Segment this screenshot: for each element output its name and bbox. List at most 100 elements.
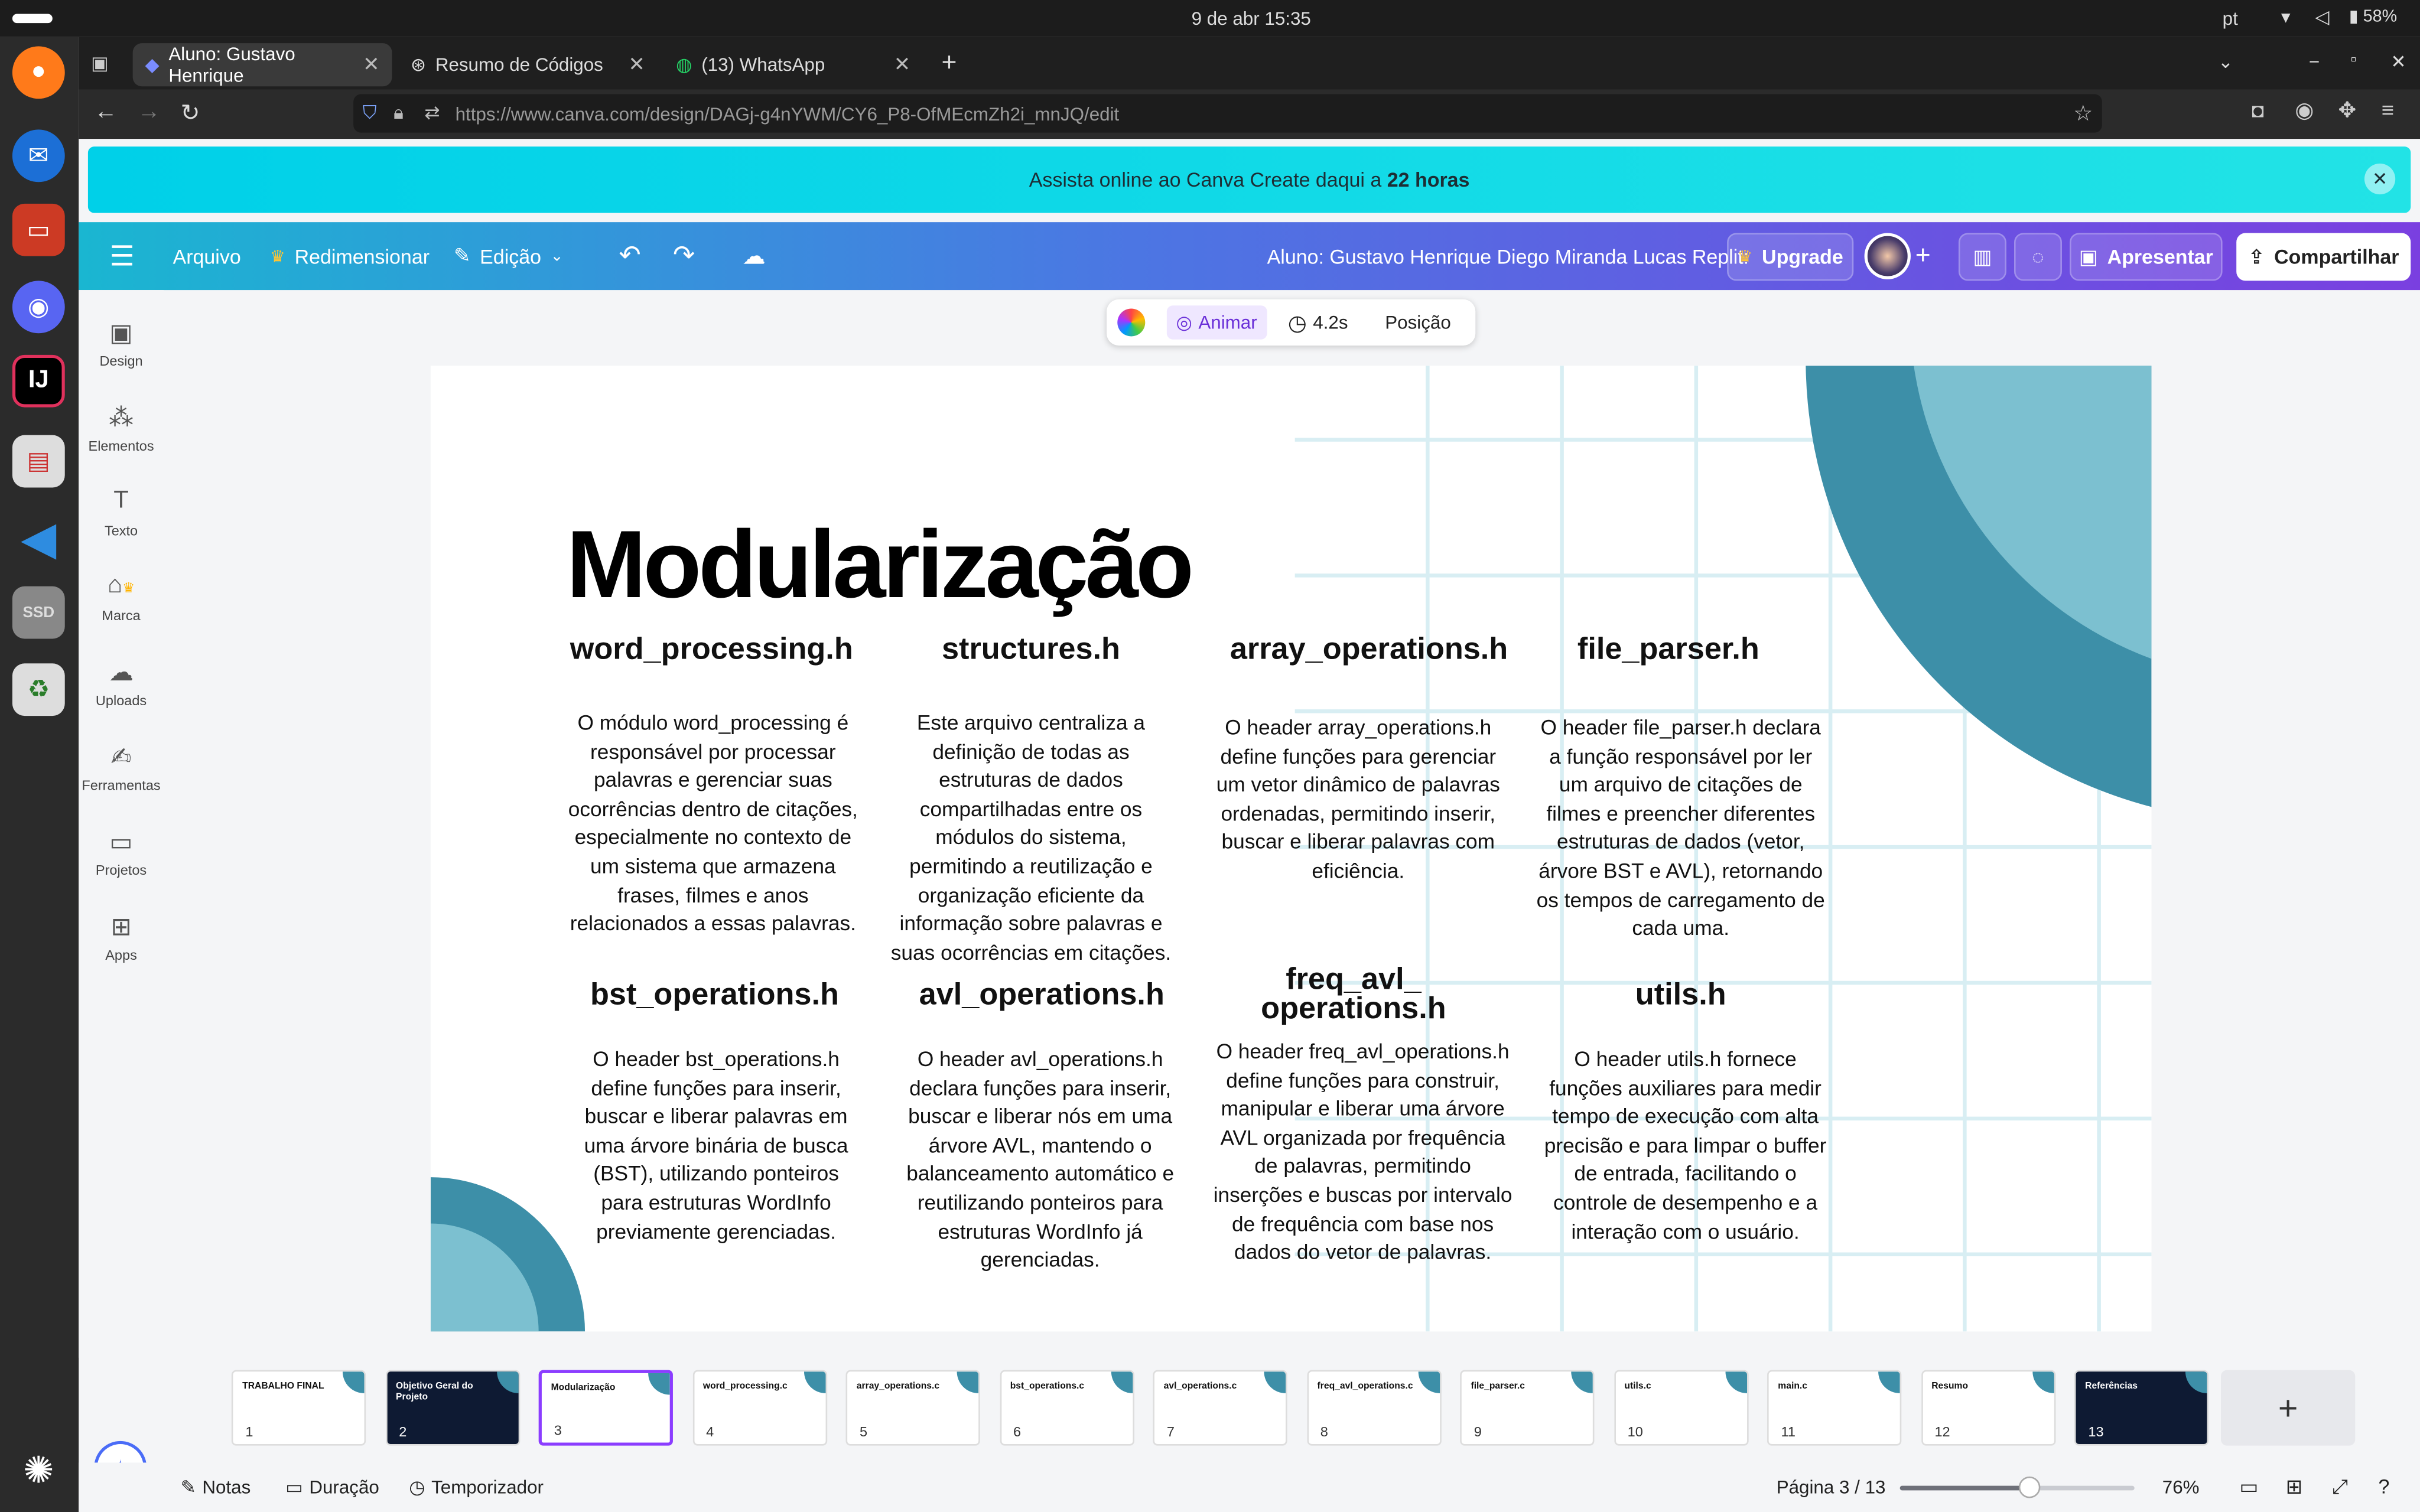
permissions-icon[interactable]: ⇄	[424, 102, 440, 123]
menu-icon[interactable]: ≡	[2382, 97, 2394, 122]
zoom-slider[interactable]	[1899, 1476, 2135, 1498]
edit-mode-dropdown[interactable]: ✎ Edição ⌄	[454, 222, 564, 290]
slide-canvas[interactable]: Modularização word_processing.h O módulo…	[430, 366, 2152, 1332]
forward-icon[interactable]: →	[137, 99, 160, 125]
module-description[interactable]: O header array_operations.h define funçõ…	[1212, 714, 1505, 886]
sidebar-item-tools[interactable]: ✍ Ferramentas	[79, 742, 164, 793]
account-icon[interactable]: ◉	[2295, 97, 2314, 123]
page-thumbnail[interactable]: freq_avl_operations.c 8	[1306, 1370, 1441, 1446]
page-thumbnail[interactable]: array_operations.c 5	[845, 1370, 980, 1446]
module-title[interactable]: bst_operations.h	[542, 978, 887, 1014]
maximize-icon[interactable]: ▫	[2350, 51, 2356, 69]
upgrade-button[interactable]: ♛ Upgrade	[1727, 233, 1854, 281]
page-thumbnail[interactable]: bst_operations.c 6	[999, 1370, 1134, 1446]
tab-whatsapp[interactable]: ◍ (13) WhatsApp ✕	[663, 43, 923, 86]
module-title[interactable]: array_operations.h	[1199, 633, 1539, 668]
page-thumbnail[interactable]: Modularização 3	[538, 1370, 673, 1446]
back-icon[interactable]: ←	[94, 99, 117, 125]
file-menu[interactable]: Arquivo	[173, 222, 241, 290]
bookmark-star-icon[interactable]: ☆	[2073, 100, 2093, 126]
redo-icon[interactable]: ↷	[673, 222, 695, 290]
minimize-icon[interactable]: −	[2309, 51, 2320, 73]
sidebar-item-projects[interactable]: ▭ Projetos	[79, 827, 164, 878]
tab-overview-icon[interactable]: ▣	[91, 53, 109, 74]
close-banner-icon[interactable]: ✕	[2364, 163, 2396, 195]
page-indicator[interactable]: Página 3 / 13	[1777, 1477, 1886, 1498]
present-button[interactable]: ▣ Apresentar	[2070, 233, 2223, 281]
slide-title[interactable]: Modularização	[567, 511, 1194, 620]
disk-icon[interactable]: SSD	[12, 586, 65, 639]
reload-icon[interactable]: ↻	[181, 99, 200, 126]
module-title[interactable]: avl_operations.h	[878, 978, 1205, 1014]
help-icon[interactable]: ?	[2378, 1475, 2389, 1498]
module-description[interactable]: O header file_parser.h declara a função …	[1533, 714, 1829, 944]
notes-button[interactable]: ✎ Notas	[181, 1477, 251, 1498]
module-title[interactable]: file_parser.h	[1514, 633, 1823, 668]
sidebar-item-elements[interactable]: ⁂ Elementos	[79, 403, 164, 454]
module-title[interactable]: structures.h	[877, 633, 1185, 668]
discord-icon[interactable]: ◉	[12, 281, 65, 334]
page-thumbnail[interactable]: TRABALHO FINAL 1	[231, 1370, 366, 1446]
module-title[interactable]: word_processing.h	[542, 633, 882, 668]
firefox-icon[interactable]: ●	[12, 46, 65, 99]
new-tab-icon[interactable]: +	[941, 48, 957, 79]
animate-button[interactable]: ◎ Animar	[1166, 305, 1267, 340]
add-collaborator-icon[interactable]: +	[1915, 222, 1931, 290]
tab-list-icon[interactable]: ⌄	[2218, 51, 2233, 73]
document-title[interactable]: Aluno: Gustavo Henrique Diego Miranda Lu…	[1267, 222, 1749, 290]
timer-button[interactable]: ◷ Temporizador	[409, 1477, 544, 1498]
page-thumbnail[interactable]: Referências 13	[2074, 1370, 2209, 1446]
page-thumbnail[interactable]: main.c 11	[1767, 1370, 1902, 1446]
trash-icon[interactable]: ♻	[12, 663, 65, 716]
extensions-icon[interactable]: ✥	[2338, 97, 2357, 123]
app-grid-icon[interactable]: ✺	[12, 1444, 65, 1497]
sidebar-item-apps[interactable]: ⊞ Apps	[79, 912, 164, 963]
avatar[interactable]	[1864, 233, 1911, 279]
pocket-icon[interactable]: ◘	[2252, 99, 2264, 122]
color-picker-icon[interactable]	[1117, 308, 1146, 337]
zoom-slider-handle[interactable]	[2018, 1476, 2040, 1498]
module-description[interactable]: O header freq_avl_operations.h define fu…	[1212, 1038, 1514, 1268]
close-tab-icon[interactable]: ✕	[628, 53, 645, 77]
add-page-button[interactable]: +	[2221, 1370, 2356, 1446]
module-title[interactable]: freq_avl_ operations.h	[1242, 964, 1465, 1025]
module-title[interactable]: utils.h	[1570, 978, 1792, 1014]
duration-toggle[interactable]: ▭ Duração	[285, 1477, 379, 1498]
resize-button[interactable]: ♛ Redimensionar	[270, 222, 430, 290]
module-description[interactable]: O módulo word_processing é responsável p…	[567, 710, 860, 940]
module-description[interactable]: Este arquivo centraliza a definição de t…	[887, 710, 1175, 968]
page-thumbnail[interactable]: utils.c 10	[1614, 1370, 1748, 1446]
sidebar-item-design[interactable]: ▣ Design	[79, 318, 164, 369]
undo-icon[interactable]: ↶	[619, 222, 641, 290]
thunderbird-icon[interactable]: ✉	[12, 129, 65, 183]
page-thumbnail[interactable]: word_processing.c 4	[692, 1370, 827, 1446]
tab-aluno[interactable]: ◆ Aluno: Gustavo Henrique ✕	[132, 43, 392, 87]
module-description[interactable]: O header utils.h fornece funções auxilia…	[1542, 1046, 1829, 1247]
files-icon[interactable]: ▭	[12, 203, 65, 256]
vscode-icon[interactable]: ◀	[12, 512, 65, 565]
comments-icon[interactable]: ◌	[2014, 233, 2062, 281]
grid-view-icon[interactable]: ⊞	[2286, 1475, 2302, 1500]
battery-indicator[interactable]: ▮ 58%	[2349, 6, 2397, 26]
module-description[interactable]: O header avl_operations.h declara funçõe…	[897, 1046, 1184, 1276]
language-indicator[interactable]: pt	[2223, 8, 2238, 30]
fullscreen-icon[interactable]: ⤢	[2332, 1475, 2348, 1500]
page-thumbnail[interactable]: file_parser.c 9	[1460, 1370, 1595, 1446]
duration-button[interactable]: ◷ 4.2s	[1288, 309, 1348, 335]
url-bar[interactable]: ⛉ 🔒︎ ⇄ https://www.canva.com/design/DAGj…	[353, 94, 2102, 133]
tab-resumo[interactable]: ⊛ Resumo de Códigos ✕	[398, 43, 658, 86]
close-window-icon[interactable]: ✕	[2390, 51, 2406, 73]
intellij-icon[interactable]: IJ	[12, 354, 65, 408]
pages-view-icon[interactable]: ▭	[2239, 1475, 2258, 1500]
document-viewer-icon[interactable]: ▤	[12, 435, 65, 488]
cloud-saved-icon[interactable]: ☁	[742, 222, 765, 290]
module-description[interactable]: O header bst_operations.h define funções…	[573, 1046, 860, 1247]
page-thumbnail[interactable]: avl_operations.c 7	[1153, 1370, 1287, 1446]
clock[interactable]: 9 de abr 15:35	[1192, 8, 1311, 30]
insights-icon[interactable]: ▥	[1958, 233, 2006, 281]
sidebar-item-brand[interactable]: ⌂♛ Marca	[79, 572, 164, 623]
page-thumbnail[interactable]: Objetivo Geral do Projeto 2	[385, 1370, 520, 1446]
share-button[interactable]: ⇪ Compartilhar	[2236, 233, 2411, 281]
position-button[interactable]: Posição	[1385, 312, 1451, 334]
sidebar-item-uploads[interactable]: ☁ Uploads	[79, 657, 164, 708]
